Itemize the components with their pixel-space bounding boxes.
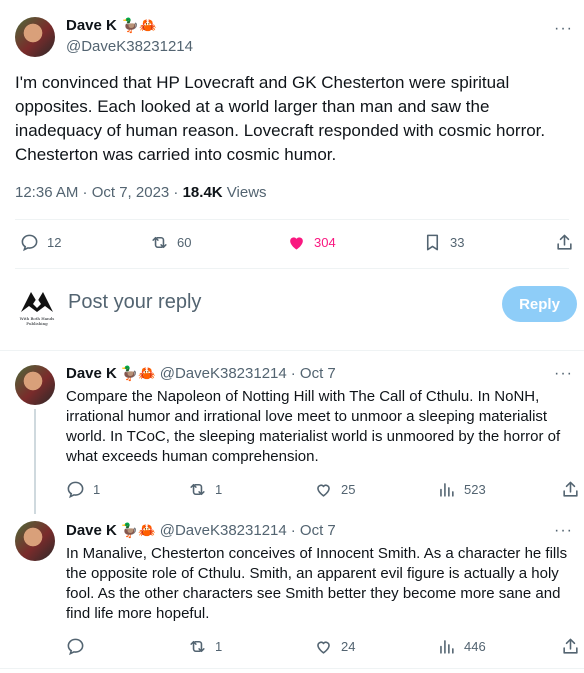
reply-icon (67, 638, 84, 656)
heart-filled-icon (290, 237, 303, 250)
views-chart-icon (440, 483, 454, 497)
divider (15, 268, 569, 269)
reply-header: Dave K 🦆🦀 @DaveK38231214 · Oct 7 (66, 365, 336, 382)
author-name[interactable]: Dave K (66, 17, 117, 34)
reply-header: Dave K 🦆🦀 @DaveK38231214 · Oct 7 (66, 522, 336, 539)
reply-reply-action[interactable]: 1 (66, 480, 100, 499)
reply-avatar[interactable] (15, 365, 55, 405)
share-icon (563, 638, 578, 654)
bookmark-count: 33 (450, 235, 465, 250)
reply-button[interactable]: Reply (502, 286, 577, 322)
retweet-icon (190, 483, 205, 496)
bookmark-icon (426, 234, 439, 251)
heart-icon (317, 484, 330, 497)
reply-retweet-action[interactable]: 1 (188, 637, 222, 656)
author-emojis: 🦆🦀 (121, 17, 157, 33)
heart-icon (317, 641, 330, 654)
tweet-meta: 12:36 AM · Oct 7, 2023 · 18.4K Views (15, 184, 267, 201)
thread-line (34, 409, 36, 514)
author-handle[interactable]: @DaveK38231214 (66, 38, 193, 55)
reply-author-handle[interactable]: @DaveK38231214 (160, 365, 287, 382)
divider (0, 350, 584, 351)
share-icon (563, 481, 578, 497)
reply-count: 12 (47, 235, 62, 250)
reply-like-count: 24 (341, 639, 356, 654)
reply-views-action[interactable]: 523 (437, 480, 486, 499)
more-options-icon[interactable]: ··· (554, 20, 573, 38)
reply-like-action[interactable]: 25 (314, 480, 355, 499)
reply-reply-count: 1 (93, 482, 101, 497)
reply-share-action[interactable] (561, 637, 580, 656)
views-count: 18.4K (182, 184, 223, 201)
retweet-icon (190, 640, 205, 653)
like-action[interactable]: 304 (287, 233, 336, 252)
composer-avatar[interactable]: With Both Hands Publishing (15, 282, 59, 326)
author-name-row[interactable]: Dave K 🦆🦀 (66, 17, 157, 34)
reply-like-action[interactable]: 24 (314, 637, 355, 656)
reply-more-icon[interactable]: ··· (554, 522, 573, 540)
reply-like-count: 25 (341, 482, 356, 497)
retweet-icon (152, 236, 167, 249)
share-action[interactable] (555, 233, 574, 252)
reply-text: In Manalive, Chesterton conceives of Inn… (66, 545, 568, 622)
reply-input[interactable]: Post your reply (68, 291, 201, 314)
retweet-action[interactable]: 60 (150, 233, 191, 252)
reply-retweet-count: 1 (215, 639, 223, 654)
logo-caption: With Both Hands Publishing (19, 316, 55, 326)
reply-icon (67, 481, 84, 499)
reply-icon (21, 234, 38, 252)
reply-action[interactable]: 12 (20, 233, 61, 252)
reply-reply-action[interactable] (66, 637, 93, 656)
reply-views-count: 446 (464, 639, 486, 654)
views-label: Views (222, 184, 267, 201)
like-count: 304 (314, 235, 336, 250)
reply-date[interactable]: · Oct 7 (291, 365, 336, 382)
author-avatar[interactable] (15, 17, 55, 57)
reply-avatar[interactable] (15, 521, 55, 561)
divider (0, 668, 584, 669)
reply-views-count: 523 (464, 482, 486, 497)
reply-author-emojis: 🦆🦀 (120, 365, 156, 381)
divider (15, 219, 569, 220)
reply-author-handle[interactable]: @DaveK38231214 (160, 522, 287, 539)
tweet-timestamp[interactable]: 12:36 AM · Oct 7, 2023 · (15, 184, 183, 201)
share-icon (557, 234, 572, 250)
reply-author-name[interactable]: Dave K (66, 522, 117, 539)
reply-date[interactable]: · Oct 7 (291, 522, 336, 539)
reply-retweet-count: 1 (215, 482, 223, 497)
reply-more-icon[interactable]: ··· (554, 365, 573, 383)
bookmark-action[interactable]: 33 (423, 233, 464, 252)
views-chart-icon (440, 640, 454, 654)
reply-share-action[interactable] (561, 480, 580, 499)
reply-author-emojis: 🦆🦀 (120, 522, 156, 538)
reply-retweet-action[interactable]: 1 (188, 480, 222, 499)
reply-views-action[interactable]: 446 (437, 637, 486, 656)
reply-text: Compare the Napoleon of Notting Hill wit… (66, 388, 561, 465)
retweet-count: 60 (177, 235, 192, 250)
reply-author-name[interactable]: Dave K (66, 365, 117, 382)
tweet-text: I'm convinced that HP Lovecraft and GK C… (15, 73, 546, 164)
